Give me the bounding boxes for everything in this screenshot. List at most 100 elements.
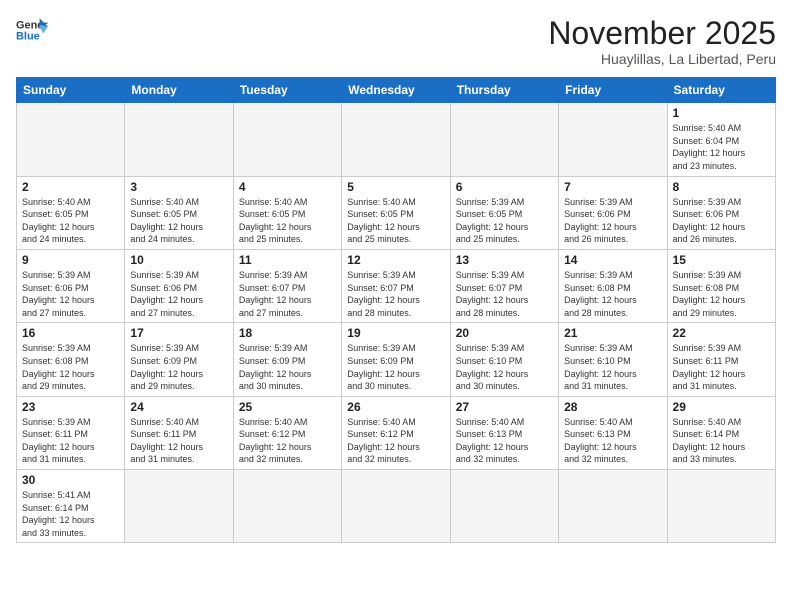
month-title: November 2025 <box>548 16 776 51</box>
table-row: 12 Sunrise: 5:39 AM Sunset: 6:07 PM Dayli… <box>342 249 450 322</box>
day-number: 24 <box>130 400 227 414</box>
col-thursday: Thursday <box>450 78 558 103</box>
day-info: Sunrise: 5:39 AM Sunset: 6:09 PM Dayligh… <box>347 342 444 392</box>
day-info: Sunrise: 5:39 AM Sunset: 6:11 PM Dayligh… <box>22 416 119 466</box>
table-row: 2Sunrise: 5:40 AM Sunset: 6:05 PM Daylig… <box>17 176 125 249</box>
day-info: Sunrise: 5:39 AM Sunset: 6:08 PM Dayligh… <box>564 269 661 319</box>
table-row: 11 Sunrise: 5:39 AM Sunset: 6:07 PM Dayli… <box>233 249 341 322</box>
table-row: 24 Sunrise: 5:40 AM Sunset: 6:11 PM Dayli… <box>125 396 233 469</box>
day-info: Sunrise: 5:40 AM Sunset: 6:04 PM Dayligh… <box>673 122 770 172</box>
table-row: 21Sunrise: 5:39 AM Sunset: 6:10 PM Dayli… <box>559 323 667 396</box>
table-row <box>125 103 233 176</box>
col-monday: Monday <box>125 78 233 103</box>
table-row <box>342 103 450 176</box>
day-info: Sunrise: 5:40 AM Sunset: 6:12 PM Dayligh… <box>239 416 336 466</box>
table-row: 5 Sunrise: 5:40 AM Sunset: 6:05 PM Daylig… <box>342 176 450 249</box>
table-row: 10 Sunrise: 5:39 AM Sunset: 6:06 PM Dayli… <box>125 249 233 322</box>
day-number: 6 <box>456 180 553 194</box>
title-block: November 2025 Huaylillas, La Libertad, P… <box>548 16 776 67</box>
table-row: 25 Sunrise: 5:40 AM Sunset: 6:12 PM Dayli… <box>233 396 341 469</box>
day-info: Sunrise: 5:40 AM Sunset: 6:05 PM Dayligh… <box>239 196 336 246</box>
day-info: Sunrise: 5:39 AM Sunset: 6:06 PM Dayligh… <box>673 196 770 246</box>
table-row: 23 Sunrise: 5:39 AM Sunset: 6:11 PM Dayli… <box>17 396 125 469</box>
day-info: Sunrise: 5:39 AM Sunset: 6:10 PM Dayligh… <box>564 342 661 392</box>
day-number: 22 <box>673 326 770 340</box>
table-row: 1 Sunrise: 5:40 AM Sunset: 6:04 PM Daylig… <box>667 103 775 176</box>
col-friday: Friday <box>559 78 667 103</box>
day-info: Sunrise: 5:39 AM Sunset: 6:07 PM Dayligh… <box>347 269 444 319</box>
table-row: 8 Sunrise: 5:39 AM Sunset: 6:06 PM Daylig… <box>667 176 775 249</box>
table-row <box>17 103 125 176</box>
table-row: 29 Sunrise: 5:40 AM Sunset: 6:14 PM Dayli… <box>667 396 775 469</box>
day-number: 20 <box>456 326 553 340</box>
day-info: Sunrise: 5:39 AM Sunset: 6:10 PM Dayligh… <box>456 342 553 392</box>
day-info: Sunrise: 5:40 AM Sunset: 6:14 PM Dayligh… <box>673 416 770 466</box>
logo-icon: General Blue <box>16 16 48 44</box>
table-row <box>667 470 775 543</box>
day-info: Sunrise: 5:39 AM Sunset: 6:06 PM Dayligh… <box>564 196 661 246</box>
table-row: 9 Sunrise: 5:39 AM Sunset: 6:06 PM Daylig… <box>17 249 125 322</box>
table-row <box>342 470 450 543</box>
day-info: Sunrise: 5:39 AM Sunset: 6:07 PM Dayligh… <box>239 269 336 319</box>
table-row: 30Sunrise: 5:41 AM Sunset: 6:14 PM Dayli… <box>17 470 125 543</box>
table-row <box>233 103 341 176</box>
day-number: 28 <box>564 400 661 414</box>
day-number: 3 <box>130 180 227 194</box>
day-info: Sunrise: 5:41 AM Sunset: 6:14 PM Dayligh… <box>22 489 119 539</box>
col-tuesday: Tuesday <box>233 78 341 103</box>
table-row: 28Sunrise: 5:40 AM Sunset: 6:13 PM Dayli… <box>559 396 667 469</box>
table-row: 22Sunrise: 5:39 AM Sunset: 6:11 PM Dayli… <box>667 323 775 396</box>
day-number: 8 <box>673 180 770 194</box>
day-info: Sunrise: 5:39 AM Sunset: 6:06 PM Dayligh… <box>22 269 119 319</box>
day-number: 15 <box>673 253 770 267</box>
day-info: Sunrise: 5:39 AM Sunset: 6:08 PM Dayligh… <box>22 342 119 392</box>
day-number: 11 <box>239 253 336 267</box>
page: General Blue November 2025 Huaylillas, L… <box>0 0 792 612</box>
table-row: 18Sunrise: 5:39 AM Sunset: 6:09 PM Dayli… <box>233 323 341 396</box>
table-row: 6 Sunrise: 5:39 AM Sunset: 6:05 PM Daylig… <box>450 176 558 249</box>
logo: General Blue <box>16 16 48 44</box>
table-row: 4Sunrise: 5:40 AM Sunset: 6:05 PM Daylig… <box>233 176 341 249</box>
day-info: Sunrise: 5:39 AM Sunset: 6:09 PM Dayligh… <box>130 342 227 392</box>
day-number: 10 <box>130 253 227 267</box>
col-wednesday: Wednesday <box>342 78 450 103</box>
header: General Blue November 2025 Huaylillas, L… <box>16 16 776 67</box>
day-number: 7 <box>564 180 661 194</box>
day-number: 1 <box>673 106 770 120</box>
table-row: 20 Sunrise: 5:39 AM Sunset: 6:10 PM Dayli… <box>450 323 558 396</box>
table-row: 17Sunrise: 5:39 AM Sunset: 6:09 PM Dayli… <box>125 323 233 396</box>
table-row: 13Sunrise: 5:39 AM Sunset: 6:07 PM Dayli… <box>450 249 558 322</box>
table-row <box>233 470 341 543</box>
day-number: 12 <box>347 253 444 267</box>
day-number: 29 <box>673 400 770 414</box>
col-sunday: Sunday <box>17 78 125 103</box>
day-info: Sunrise: 5:40 AM Sunset: 6:11 PM Dayligh… <box>130 416 227 466</box>
day-info: Sunrise: 5:39 AM Sunset: 6:08 PM Dayligh… <box>673 269 770 319</box>
day-number: 25 <box>239 400 336 414</box>
calendar: Sunday Monday Tuesday Wednesday Thursday… <box>16 77 776 543</box>
calendar-header-row: Sunday Monday Tuesday Wednesday Thursday… <box>17 78 776 103</box>
day-number: 18 <box>239 326 336 340</box>
day-number: 23 <box>22 400 119 414</box>
day-number: 13 <box>456 253 553 267</box>
table-row <box>450 103 558 176</box>
table-row: 15 Sunrise: 5:39 AM Sunset: 6:08 PM Dayli… <box>667 249 775 322</box>
table-row: 16Sunrise: 5:39 AM Sunset: 6:08 PM Dayli… <box>17 323 125 396</box>
table-row <box>559 103 667 176</box>
day-info: Sunrise: 5:40 AM Sunset: 6:12 PM Dayligh… <box>347 416 444 466</box>
table-row: 7 Sunrise: 5:39 AM Sunset: 6:06 PM Daylig… <box>559 176 667 249</box>
svg-text:Blue: Blue <box>16 30 40 42</box>
table-row: 14 Sunrise: 5:39 AM Sunset: 6:08 PM Dayli… <box>559 249 667 322</box>
day-info: Sunrise: 5:39 AM Sunset: 6:06 PM Dayligh… <box>130 269 227 319</box>
day-info: Sunrise: 5:39 AM Sunset: 6:05 PM Dayligh… <box>456 196 553 246</box>
table-row: 3 Sunrise: 5:40 AM Sunset: 6:05 PM Daylig… <box>125 176 233 249</box>
location: Huaylillas, La Libertad, Peru <box>548 51 776 67</box>
day-number: 9 <box>22 253 119 267</box>
table-row <box>559 470 667 543</box>
day-info: Sunrise: 5:40 AM Sunset: 6:05 PM Dayligh… <box>347 196 444 246</box>
day-number: 14 <box>564 253 661 267</box>
table-row: 19Sunrise: 5:39 AM Sunset: 6:09 PM Dayli… <box>342 323 450 396</box>
table-row: 26Sunrise: 5:40 AM Sunset: 6:12 PM Dayli… <box>342 396 450 469</box>
day-info: Sunrise: 5:40 AM Sunset: 6:05 PM Dayligh… <box>130 196 227 246</box>
day-number: 5 <box>347 180 444 194</box>
